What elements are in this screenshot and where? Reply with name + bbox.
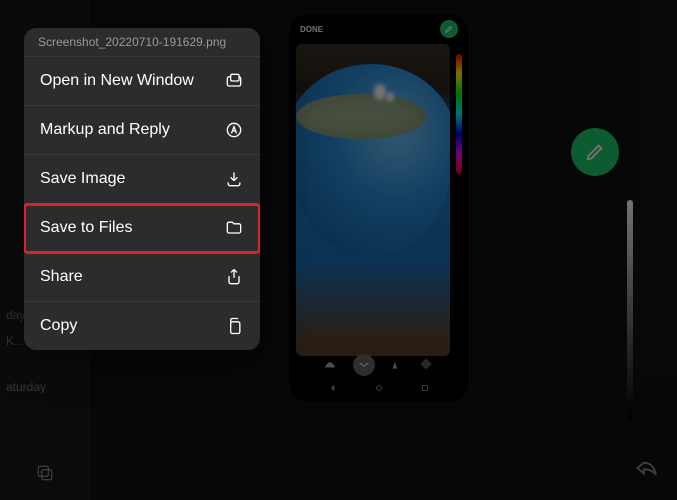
menu-open-new-window[interactable]: Open in New Window xyxy=(24,57,260,106)
menu-item-label: Copy xyxy=(40,317,77,335)
menu-item-label: Save Image xyxy=(40,170,125,188)
menu-item-label: Markup and Reply xyxy=(40,121,170,139)
menu-item-label: Share xyxy=(40,268,83,286)
menu-item-label: Save to Files xyxy=(40,219,132,237)
menu-header-filename: Screenshot_20220710-191629.png xyxy=(24,28,260,57)
menu-item-label: Open in New Window xyxy=(40,72,194,90)
menu-save-image[interactable]: Save Image xyxy=(24,155,260,204)
copy-docs-icon xyxy=(224,316,244,336)
menu-save-to-files[interactable]: Save to Files xyxy=(24,204,260,253)
markup-icon xyxy=(224,120,244,140)
download-icon xyxy=(224,169,244,189)
window-icon xyxy=(224,71,244,91)
menu-markup-reply[interactable]: Markup and Reply xyxy=(24,106,260,155)
folder-icon xyxy=(224,218,244,238)
context-menu: Screenshot_20220710-191629.png Open in N… xyxy=(24,28,260,350)
menu-share[interactable]: Share xyxy=(24,253,260,302)
menu-copy[interactable]: Copy xyxy=(24,302,260,350)
share-icon xyxy=(224,267,244,287)
